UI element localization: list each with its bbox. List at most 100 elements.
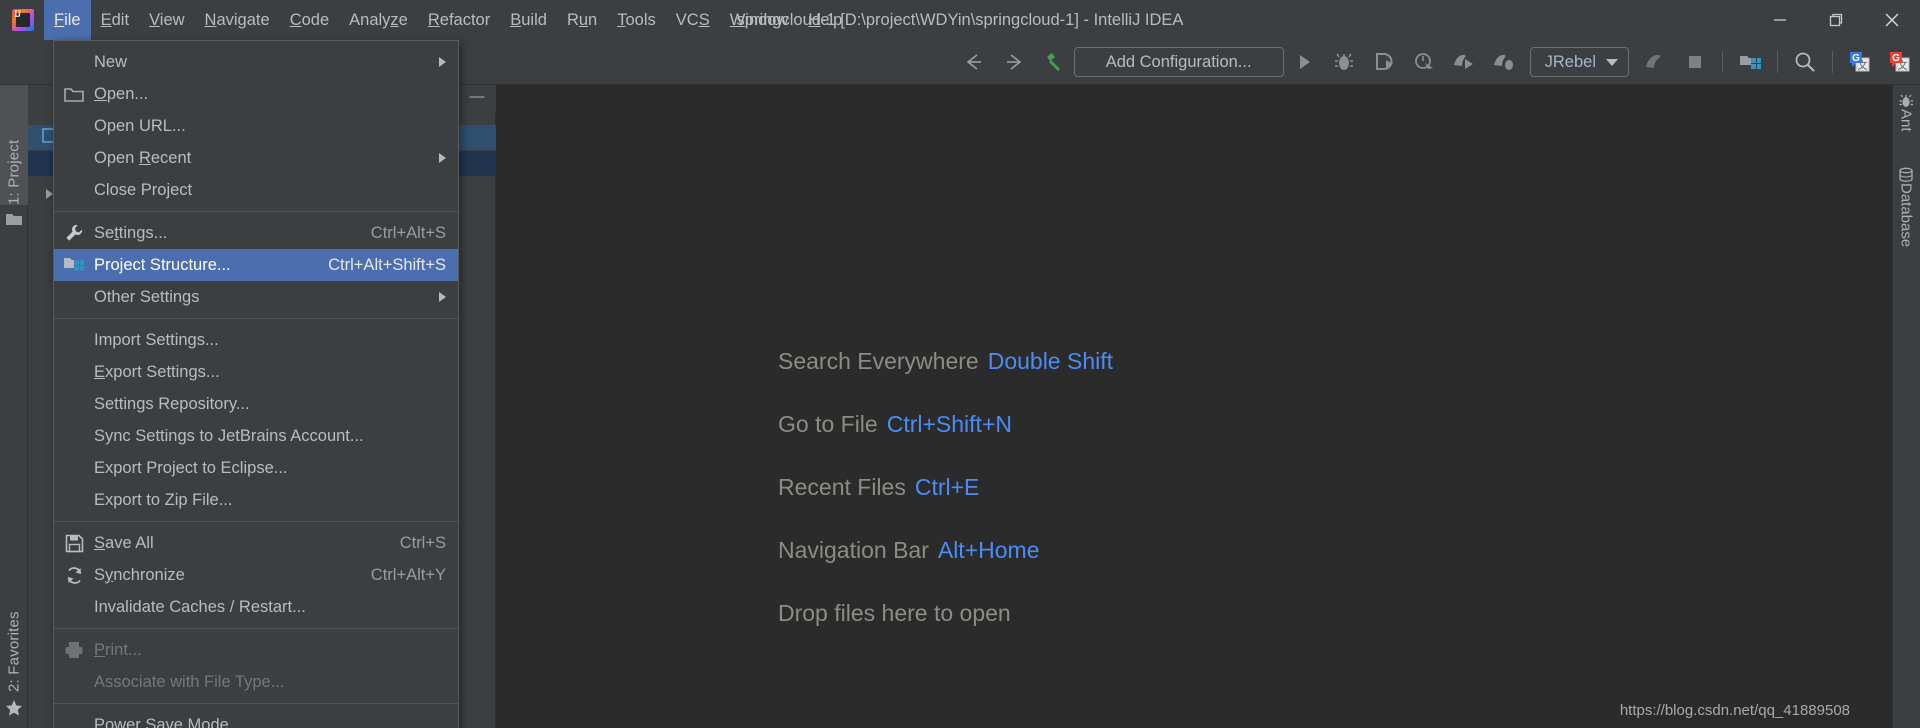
toolbar-separator-3 xyxy=(1832,51,1833,73)
menu-item-close-project[interactable]: Close Project xyxy=(54,174,458,206)
menu-item-settings-repository[interactable]: Settings Repository... xyxy=(54,388,458,420)
menu-item-icon-empty xyxy=(54,484,94,516)
chevron-right-icon xyxy=(439,153,446,163)
google-translate-red-icon[interactable]: 文 G xyxy=(1880,40,1920,85)
menubar-item-build[interactable]: Build xyxy=(500,0,557,40)
menu-item-import-settings[interactable]: Import Settings... xyxy=(54,324,458,356)
star-icon xyxy=(0,696,28,720)
intellij-window: IJ File Edit View Navigate Code Analyze Refact… xyxy=(0,0,1920,728)
menu-item-label: Import Settings... xyxy=(94,330,219,349)
jrebel-selector-button[interactable]: JRebel xyxy=(1529,47,1629,77)
menu-item-project-structure[interactable]: Project Structure... Ctrl+Alt+Shift+S xyxy=(54,249,458,281)
editor-hint-shortcut: Ctrl+E xyxy=(914,474,980,500)
menu-item-label: Sync Settings to JetBrains Account... xyxy=(94,426,364,445)
menu-separator xyxy=(54,521,458,522)
sidebar-item-favorites-label: 2: Favorites xyxy=(5,611,23,692)
menu-item-shortcut: Ctrl+Alt+Shift+S xyxy=(328,255,446,274)
editor-hint-shortcut: Ctrl+Shift+N xyxy=(886,411,1012,437)
menu-item-icon-empty xyxy=(54,46,94,78)
menubar-item-tools[interactable]: Tools xyxy=(607,0,666,40)
menu-item-open-recent[interactable]: Open Recent xyxy=(54,142,458,174)
jrebel-debug-icon[interactable] xyxy=(1484,40,1524,85)
menu-item-icon-empty xyxy=(54,174,94,206)
debug-icon[interactable] xyxy=(1324,40,1364,85)
editor-hint-action: Recent Files xyxy=(778,474,906,500)
google-translate-blue-icon[interactable]: 文 G xyxy=(1840,40,1880,85)
menubar-item-navigate[interactable]: Navigate xyxy=(195,0,280,40)
wrench-icon xyxy=(54,217,94,249)
menu-item-icon-empty xyxy=(54,142,94,174)
window-controls xyxy=(1752,0,1920,40)
menu-item-open-url[interactable]: Open URL... xyxy=(54,110,458,142)
menu-item-synchronize[interactable]: Synchronize Ctrl+Alt+Y xyxy=(54,559,458,591)
expand-triangle-icon[interactable] xyxy=(46,188,53,199)
menu-item-label: Other Settings xyxy=(94,287,200,306)
menu-bar[interactable]: File Edit View Navigate Code Analyze Refactor B… xyxy=(44,0,852,40)
menu-item-label: Power Save Mode xyxy=(94,715,229,728)
menubar-item-vcs[interactable]: VCS xyxy=(666,0,720,40)
menu-item-settings[interactable]: Settings... Ctrl+Alt+S xyxy=(54,217,458,249)
menu-item-other-settings[interactable]: Other Settings xyxy=(54,281,458,313)
menu-item-associate-with-file-type[interactable]: Associate with File Type... xyxy=(54,666,458,698)
menu-item-export-project-to-eclipse[interactable]: Export Project to Eclipse... xyxy=(54,452,458,484)
menu-item-save-all[interactable]: Save All Ctrl+S xyxy=(54,527,458,559)
sidebar-item-favorites[interactable]: 2: Favorites xyxy=(0,560,28,692)
menubar-item-file[interactable]: File xyxy=(44,0,91,40)
forward-arrow-icon[interactable] xyxy=(994,40,1034,85)
menu-item-export-to-zip-file[interactable]: Export to Zip File... xyxy=(54,484,458,516)
menu-separator xyxy=(54,628,458,629)
menu-item-label: Export Settings... xyxy=(94,362,220,381)
folder-icon xyxy=(0,207,28,231)
menu-item-icon-empty xyxy=(54,110,94,142)
add-configuration-button[interactable]: Add Configuration... xyxy=(1073,47,1284,77)
jrebel-run-icon[interactable] xyxy=(1444,40,1484,85)
close-button[interactable] xyxy=(1864,0,1920,40)
menu-separator xyxy=(54,703,458,704)
jrebel-label: JRebel xyxy=(1544,53,1596,71)
menu-item-export-settings[interactable]: Export Settings... xyxy=(54,356,458,388)
editor-hint-action: Navigation Bar xyxy=(778,537,929,563)
menu-item-shortcut: Ctrl+Alt+Y xyxy=(370,565,446,584)
intellij-logo-icon: IJ xyxy=(10,7,36,33)
hide-panel-button[interactable]: — xyxy=(468,89,486,107)
menubar-item-window[interactable]: Window xyxy=(720,0,799,40)
menubar-item-refactor[interactable]: Refactor xyxy=(418,0,500,40)
menu-item-label: New xyxy=(94,52,128,71)
stop-icon[interactable] xyxy=(1675,40,1715,85)
menu-item-invalidate-caches-restart[interactable]: Invalidate Caches / Restart... xyxy=(54,591,458,623)
menu-separator xyxy=(54,211,458,212)
menu-item-label: Synchronize xyxy=(94,565,185,584)
menu-item-new[interactable]: New xyxy=(54,46,458,78)
menubar-item-run[interactable]: Run xyxy=(557,0,607,40)
menubar-item-code[interactable]: Code xyxy=(280,0,339,40)
menu-item-label: Open... xyxy=(94,84,149,103)
sidebar-item-project-label: 1: Project xyxy=(5,139,23,205)
editor-hint-list: Search Everywhere Double Shift Go to File C… xyxy=(778,348,1113,627)
menubar-item-analyze[interactable]: Analyze xyxy=(339,0,418,40)
editor-hint-row: Go to File Ctrl+Shift+N xyxy=(778,411,1113,438)
sidebar-item-project[interactable]: 1: Project xyxy=(0,85,28,205)
menu-item-label: Close Project xyxy=(94,180,193,199)
back-arrow-icon[interactable] xyxy=(954,40,994,85)
jrebel-monitor-icon[interactable] xyxy=(1635,40,1675,85)
profiler-icon[interactable] xyxy=(1404,40,1444,85)
sidebar-item-database[interactable]: Database xyxy=(1892,183,1920,275)
run-icon[interactable] xyxy=(1284,40,1324,85)
menu-item-print[interactable]: Print... xyxy=(54,634,458,666)
minimize-button[interactable] xyxy=(1752,0,1808,40)
run-with-coverage-icon[interactable] xyxy=(1364,40,1404,85)
menu-item-open[interactable]: Open... xyxy=(54,78,458,110)
editor-hint-action: Search Everywhere xyxy=(778,348,979,374)
menubar-item-help[interactable]: Help xyxy=(798,0,852,40)
editor-hint-shortcut: Double Shift xyxy=(987,348,1114,374)
menubar-item-edit[interactable]: Edit xyxy=(91,0,139,40)
maximize-button[interactable] xyxy=(1808,0,1864,40)
search-icon[interactable] xyxy=(1785,40,1825,85)
file-menu-popup[interactable]: New Open... Open URL... Open Recent Close Pr… xyxy=(53,40,459,728)
project-structure-icon[interactable] xyxy=(1730,40,1770,85)
menu-item-power-save-mode[interactable]: Power Save Mode xyxy=(54,709,458,728)
build-hammer-icon[interactable] xyxy=(1034,40,1074,85)
menubar-item-view[interactable]: View xyxy=(139,0,194,40)
sidebar-item-ant[interactable]: Ant xyxy=(1892,109,1920,155)
menu-item-sync-settings-to-jetbrains-account[interactable]: Sync Settings to JetBrains Account... xyxy=(54,420,458,452)
